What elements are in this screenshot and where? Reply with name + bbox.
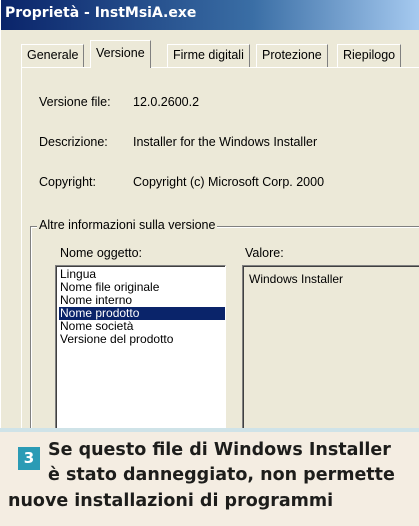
description-value: Installer for the Windows Installer (133, 135, 318, 149)
file-version-value: 12.0.2600.2 (133, 95, 200, 109)
tab-strip: Generale Versione Firme digitali Protezi… (21, 40, 419, 68)
tab-firme-digitali[interactable]: Firme digitali (167, 44, 250, 67)
item-name-label: Nome oggetto: (60, 246, 142, 260)
tab-protezione[interactable]: Protezione (256, 44, 328, 67)
other-info-group-title: Altre informazioni sulla versione (37, 218, 218, 232)
tab-versione[interactable]: Versione (90, 40, 151, 68)
caption-divider (0, 428, 419, 432)
file-version-label: Versione file: (39, 95, 111, 109)
item-name-listbox[interactable]: Lingua Nome file originale Nome interno … (55, 265, 226, 428)
properties-dialog: Proprietà - InstMsiA.exe Generale Versio… (0, 0, 419, 428)
copyright-label: Copyright: (39, 175, 96, 189)
caption-line-1: Se questo file di Windows Installer (48, 440, 391, 460)
caption-line-2: è stato danneggiato, non permette (48, 465, 395, 485)
value-label: Valore: (245, 246, 284, 260)
step-number-badge: 3 (18, 447, 40, 470)
copyright-value: Copyright (c) Microsoft Corp. 2000 (133, 175, 325, 189)
title-bar[interactable]: Proprietà - InstMsiA.exe (1, 0, 419, 30)
value-textbox[interactable]: Windows Installer (242, 265, 419, 428)
window-title: Proprietà - InstMsiA.exe (5, 5, 197, 21)
description-label: Descrizione: (39, 135, 108, 149)
tab-generale[interactable]: Generale (21, 44, 85, 67)
caption-line-3: nuove installazioni di programmi (8, 491, 334, 511)
value-text: Windows Installer (249, 272, 344, 286)
list-item-versione-del-prodotto[interactable]: Versione del prodotto (59, 333, 225, 346)
tab-riepilogo[interactable]: Riepilogo (337, 44, 402, 67)
